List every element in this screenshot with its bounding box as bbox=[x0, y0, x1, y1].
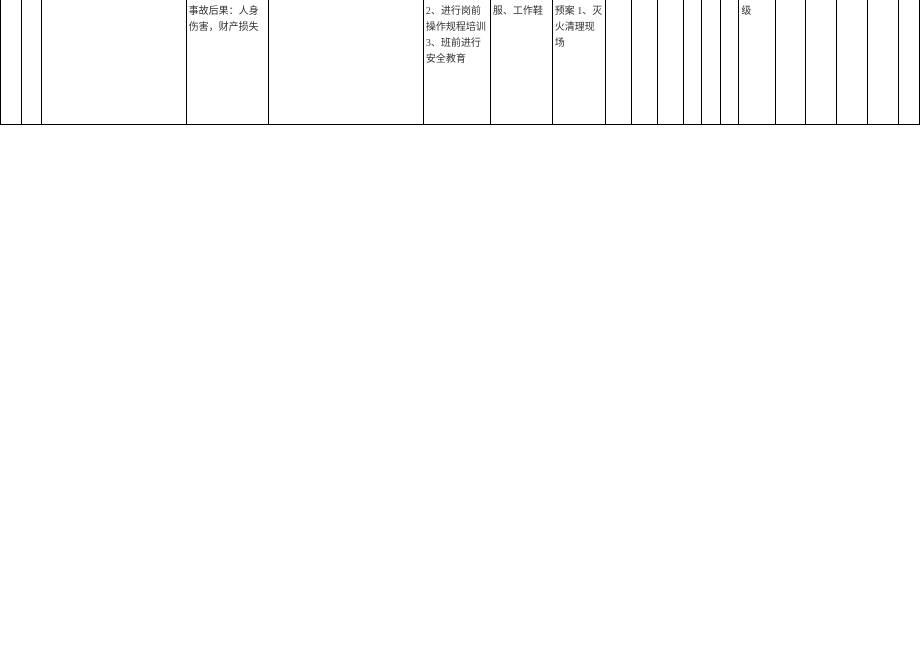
cell-19 bbox=[868, 0, 899, 124]
cell-text: 2、进行岗前操作规程培训 3、班前进行安全教育 bbox=[426, 4, 488, 68]
cell-8: 预案 1、灭火清理现场 bbox=[552, 0, 606, 124]
cell-9 bbox=[606, 0, 632, 124]
cell-text: 预案 1、灭火清理现场 bbox=[555, 4, 604, 52]
cell-3 bbox=[42, 0, 186, 124]
cell-12 bbox=[683, 0, 702, 124]
cell-1 bbox=[1, 0, 22, 124]
cell-15: 级 bbox=[739, 0, 775, 124]
document-page: 事故后果：人身伤害，财产损失 2、进行岗前操作规程培训 3、班前进行安全教育 服… bbox=[0, 0, 920, 125]
cell-text: 事故后果：人身伤害，财产损失 bbox=[189, 4, 267, 36]
cell-18 bbox=[837, 0, 868, 124]
cell-10 bbox=[632, 0, 658, 124]
cell-5 bbox=[269, 0, 424, 124]
cell-14 bbox=[720, 0, 739, 124]
cell-text: 服、工作鞋 bbox=[493, 4, 550, 20]
cell-13 bbox=[702, 0, 721, 124]
cell-text: 级 bbox=[741, 4, 772, 20]
cell-16 bbox=[775, 0, 806, 124]
cell-4: 事故后果：人身伤害，财产损失 bbox=[186, 0, 269, 124]
cell-11 bbox=[657, 0, 683, 124]
data-table: 事故后果：人身伤害，财产损失 2、进行岗前操作规程培训 3、班前进行安全教育 服… bbox=[0, 0, 920, 125]
cell-20 bbox=[899, 0, 920, 124]
cell-17 bbox=[806, 0, 837, 124]
cell-7: 服、工作鞋 bbox=[490, 0, 552, 124]
table-row: 事故后果：人身伤害，财产损失 2、进行岗前操作规程培训 3、班前进行安全教育 服… bbox=[1, 0, 920, 124]
cell-6: 2、进行岗前操作规程培训 3、班前进行安全教育 bbox=[423, 0, 490, 124]
cell-2 bbox=[21, 0, 42, 124]
